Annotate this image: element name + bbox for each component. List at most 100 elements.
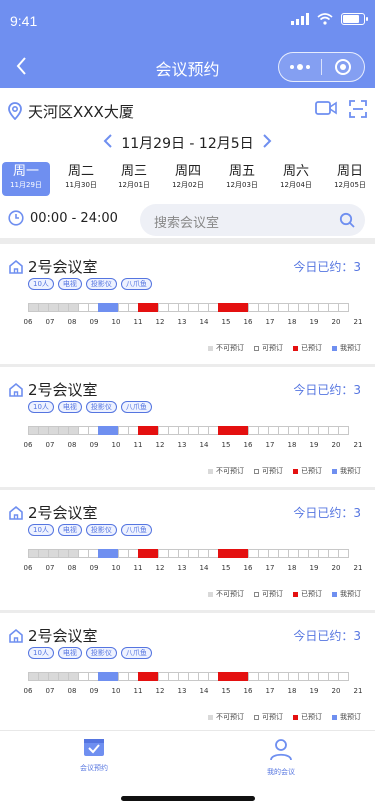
video-camera-icon[interactable] — [315, 100, 337, 116]
booked-count[interactable]: 今日已约：3 — [293, 258, 361, 275]
room-name: 2号会议室 — [28, 381, 98, 399]
time-slot[interactable] — [338, 672, 349, 681]
location-row[interactable]: 天河区XXX大厦 — [8, 100, 134, 122]
tab-my-meetings[interactable]: 我的会议 — [241, 737, 321, 777]
hour-label: 20 — [331, 687, 341, 695]
legend-swatch — [208, 345, 213, 351]
day-tab[interactable]: 周二 11月30日 — [57, 162, 105, 196]
location-pin-icon — [8, 102, 22, 120]
hour-label: 19 — [309, 564, 319, 572]
day-tab[interactable]: 周日 12月05日 — [326, 162, 374, 196]
legend-label: 可预订 — [262, 467, 283, 475]
hour-label: 09 — [89, 441, 99, 449]
slot-legend: 不可预订 可预订 已预订 我预订 — [208, 712, 361, 722]
legend-item: 可预订 — [254, 712, 283, 722]
tab-label: 我的会议 — [267, 768, 295, 776]
filter-panel: 天河区XXX大厦 11月29日 - 12月5日 周一 11月29日 周二 11月30日… — [0, 88, 375, 238]
search-icon[interactable] — [339, 212, 355, 228]
legend-item: 不可预订 — [208, 712, 244, 722]
legend-swatch — [254, 345, 259, 351]
time-slot[interactable] — [338, 426, 349, 435]
hour-label: 15 — [221, 687, 231, 695]
week-day-selector: 周一 11月29日 周二 11月30日 周三 12月01日 周四 12月02日 周五 12月03日… — [0, 162, 375, 196]
hour-label: 12 — [155, 564, 165, 572]
legend-item: 可预订 — [254, 589, 283, 599]
signal-icon — [291, 13, 309, 25]
room-name: 2号会议室 — [28, 258, 98, 276]
legend-label: 已预订 — [301, 590, 322, 598]
nav-bar: 会议预约 — [0, 44, 375, 88]
room-tag: 电视 — [57, 278, 82, 290]
legend-label: 不可预订 — [216, 344, 244, 352]
next-week-icon[interactable] — [262, 132, 272, 153]
weekday-label: 周一 — [12, 164, 39, 179]
tab-label: 会议预约 — [80, 764, 108, 772]
prev-week-icon[interactable] — [103, 132, 113, 153]
search-input[interactable]: 搜索会议室 — [140, 204, 365, 236]
legend-label: 不可预订 — [216, 590, 244, 598]
day-tab[interactable]: 周四 12月02日 — [164, 162, 212, 196]
hour-label: 17 — [265, 318, 275, 326]
wifi-icon — [317, 13, 333, 25]
time-slot-bar — [28, 672, 349, 681]
room-tag: 电视 — [57, 647, 82, 659]
day-tab[interactable]: 周三 12月01日 — [110, 162, 158, 196]
legend-swatch — [254, 591, 259, 597]
hour-label: 11 — [133, 318, 143, 326]
day-tab[interactable]: 周一 11月29日 — [2, 162, 50, 196]
weekday-label: 周四 — [174, 164, 201, 179]
location-text: 天河区XXX大厦 — [28, 102, 134, 121]
room-card[interactable]: 2号会议室 今日已约：3 10人 电视 投影仪 八爪鱼 06 07 08 09 10 11 12 13 14… — [0, 613, 375, 733]
close-mini-program-button[interactable] — [322, 53, 364, 81]
hour-axis: 06 07 08 09 10 11 12 13 14 15 16 17 18 19 20 21 — [18, 318, 370, 330]
legend-swatch — [293, 345, 298, 351]
weekday-label: 周日 — [336, 164, 363, 179]
legend-label: 已预订 — [301, 713, 322, 721]
date-range-label: 11月29日 - 12月5日 — [121, 135, 254, 152]
time-filter[interactable]: 00:00 - 24:00 — [8, 210, 118, 226]
more-button[interactable] — [279, 53, 321, 81]
room-name: 2号会议室 — [28, 627, 98, 645]
booked-count[interactable]: 今日已约：3 — [293, 381, 361, 398]
room-tag: 八爪鱼 — [120, 401, 152, 413]
hour-label: 10 — [111, 687, 121, 695]
legend-label: 我预订 — [340, 590, 361, 598]
scan-icon[interactable] — [349, 100, 367, 118]
home-icon — [9, 628, 23, 643]
room-card[interactable]: 2号会议室 今日已约：3 10人 电视 投影仪 八爪鱼 06 07 08 09 10 11 12 13 14… — [0, 244, 375, 364]
room-tag: 投影仪 — [85, 278, 117, 290]
hour-label: 13 — [177, 318, 187, 326]
time-slot[interactable] — [338, 549, 349, 558]
hour-label: 11 — [133, 441, 143, 449]
hour-label: 12 — [155, 318, 165, 326]
hour-axis: 06 07 08 09 10 11 12 13 14 15 16 17 18 19 20 21 — [18, 564, 370, 576]
hour-label: 15 — [221, 318, 231, 326]
date-label: 12月03日 — [226, 181, 258, 189]
legend-item: 我预订 — [332, 343, 361, 353]
time-slot[interactable] — [338, 303, 349, 312]
home-icon — [9, 259, 23, 274]
hour-label: 17 — [265, 441, 275, 449]
tab-meeting-booking[interactable]: 会议预约 — [54, 737, 134, 773]
day-tab[interactable]: 周六 12月04日 — [272, 162, 320, 196]
clock-icon — [8, 210, 24, 226]
legend-swatch — [332, 345, 337, 351]
date-label: 12月02日 — [172, 181, 204, 189]
legend-item: 已预订 — [293, 466, 322, 476]
booked-count[interactable]: 今日已约：3 — [293, 504, 361, 521]
hour-label: 10 — [111, 318, 121, 326]
day-tab[interactable]: 周五 12月03日 — [218, 162, 266, 196]
hour-label: 06 — [23, 687, 33, 695]
legend-swatch — [293, 468, 298, 474]
booked-count[interactable]: 今日已约：3 — [293, 627, 361, 644]
weekday-label: 周六 — [282, 164, 309, 179]
hour-label: 13 — [177, 441, 187, 449]
status-icons — [291, 13, 368, 25]
hour-label: 21 — [353, 564, 363, 572]
legend-label: 可预订 — [262, 590, 283, 598]
legend-label: 我预订 — [340, 467, 361, 475]
legend-label: 可预订 — [262, 713, 283, 721]
room-card[interactable]: 2号会议室 今日已约：3 10人 电视 投影仪 八爪鱼 06 07 08 09 10 11 12 13 14… — [0, 367, 375, 487]
hour-label: 14 — [199, 564, 209, 572]
room-card[interactable]: 2号会议室 今日已约：3 10人 电视 投影仪 八爪鱼 06 07 08 09 10 11 12 13 14… — [0, 490, 375, 610]
